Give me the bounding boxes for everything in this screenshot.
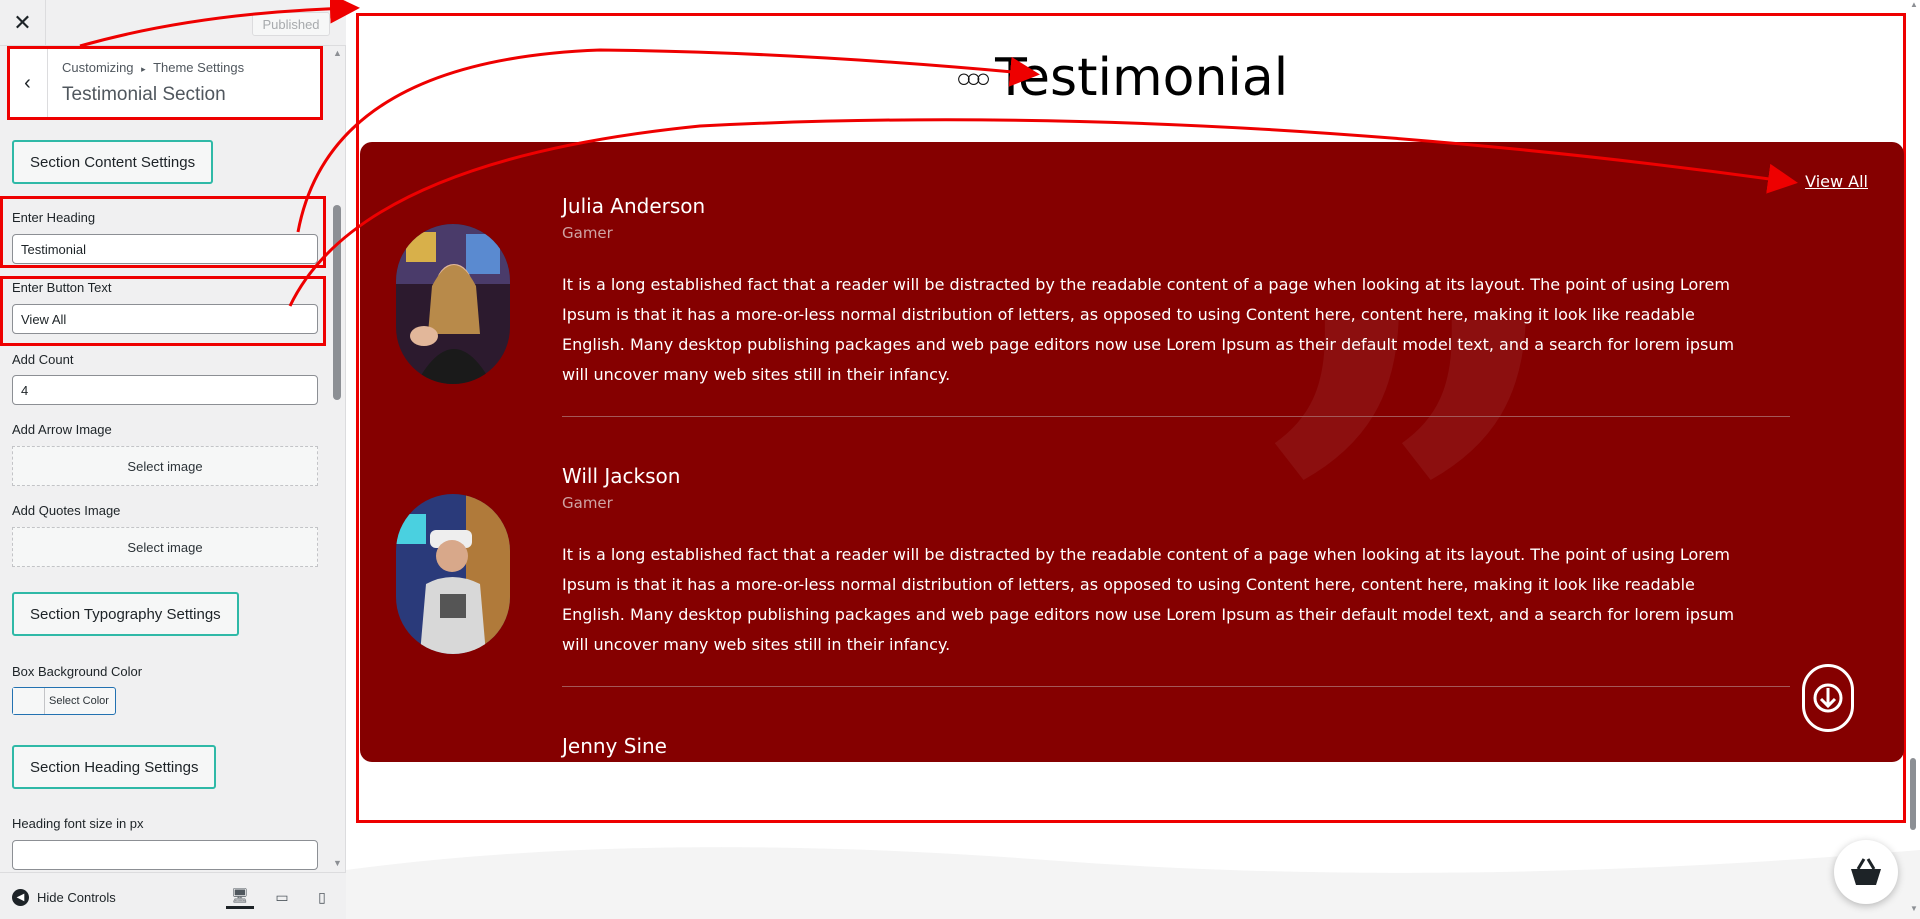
annotation-box-button <box>0 276 326 346</box>
testimonial-text: It is a long established fact that a rea… <box>562 275 1735 384</box>
section-typography-settings-button[interactable]: Section Typography Settings <box>12 592 239 636</box>
preview-scrollbar[interactable]: ▲ ▼ <box>1908 0 1920 919</box>
scroll-down-button[interactable] <box>1802 664 1854 732</box>
collapse-icon: ◀ <box>12 889 29 906</box>
box-background-color-label: Box Background Color <box>12 664 143 679</box>
hide-controls-label: Hide Controls <box>37 890 116 905</box>
testimonial-item: Jenny Sine <box>396 734 1770 762</box>
published-button[interactable]: Published <box>252 12 330 36</box>
scroll-down-icon[interactable]: ▼ <box>333 858 342 868</box>
quotes-select-image-button[interactable]: Select image <box>12 527 318 567</box>
testimonial-name: Will Jackson <box>562 464 681 488</box>
footer-wave <box>346 847 1920 919</box>
count-input[interactable]: 4 <box>12 375 318 405</box>
site-preview: ○○○ Testimonial ” View All Julia Anderso… <box>346 0 1920 919</box>
arrow-down-icon <box>1813 683 1843 713</box>
panel-scrollbar[interactable] <box>332 48 342 870</box>
testimonial-text: It is a long established fact that a rea… <box>562 545 1735 654</box>
annotation-box-header <box>7 46 323 120</box>
testimonial-divider <box>562 416 1790 417</box>
avatar <box>396 224 510 384</box>
panel-scrollbar-thumb[interactable] <box>333 205 341 400</box>
testimonial-heading-wrap: ○○○ Testimonial <box>956 48 1288 108</box>
close-icon[interactable]: ✕ <box>0 0 46 46</box>
add-arrow-image-label: Add Arrow Image <box>12 422 112 437</box>
desktop-preview-icon[interactable]: 🖥 <box>226 885 254 909</box>
section-content-settings-button[interactable]: Section Content Settings <box>12 140 214 184</box>
scroll-up-icon[interactable]: ▲ <box>1910 0 1918 9</box>
preview-scrollbar-thumb[interactable] <box>1910 758 1916 830</box>
tablet-preview-icon[interactable]: ▭ <box>268 885 296 909</box>
arrow-select-image-button[interactable]: Select image <box>12 446 318 486</box>
heading-font-size-label: Heading font size in px <box>12 816 144 831</box>
customizer-panel: ✕ Published ‹ Customizing ▸ Theme Settin… <box>0 0 346 919</box>
heading-font-size-input[interactable] <box>12 840 318 870</box>
customizer-footer: ◀ Hide Controls 🖥 ▭ ▯ <box>0 872 346 919</box>
testimonial-divider <box>562 686 1790 687</box>
customizer-topbar: ✕ Published <box>0 0 346 46</box>
scroll-up-icon[interactable]: ▲ <box>333 48 342 58</box>
testimonial-item: Julia Anderson Gamer It is a long establ… <box>396 194 1790 434</box>
hide-controls-button[interactable]: ◀ Hide Controls <box>12 889 116 906</box>
select-color-label: Select Color <box>49 695 109 707</box>
testimonial-role: Gamer <box>562 494 613 512</box>
basket-icon <box>1851 858 1881 885</box>
testimonial-name: Jenny Sine <box>562 734 667 758</box>
testimonial-name: Julia Anderson <box>562 194 706 218</box>
cart-button[interactable] <box>1834 840 1898 904</box>
olympic-rings-icon: ○○○ <box>956 62 991 93</box>
avatar <box>396 494 510 654</box>
select-color-button[interactable]: Select Color <box>12 687 116 715</box>
testimonial-heading: Testimonial <box>995 48 1289 108</box>
annotation-box-heading <box>0 196 326 268</box>
testimonial-item: Will Jackson Gamer It is a long establis… <box>396 464 1790 704</box>
add-quotes-image-label: Add Quotes Image <box>12 503 121 518</box>
section-heading-settings-button[interactable]: Section Heading Settings <box>12 745 217 789</box>
mobile-preview-icon[interactable]: ▯ <box>308 885 336 909</box>
color-swatch <box>13 688 45 714</box>
testimonial-role: Gamer <box>562 224 613 242</box>
add-count-label: Add Count <box>12 352 74 367</box>
view-all-link[interactable]: View All <box>1805 172 1868 191</box>
scroll-down-icon[interactable]: ▼ <box>1910 904 1918 913</box>
testimonial-box: ” View All Julia Anderson Gamer It is a … <box>360 142 1904 762</box>
